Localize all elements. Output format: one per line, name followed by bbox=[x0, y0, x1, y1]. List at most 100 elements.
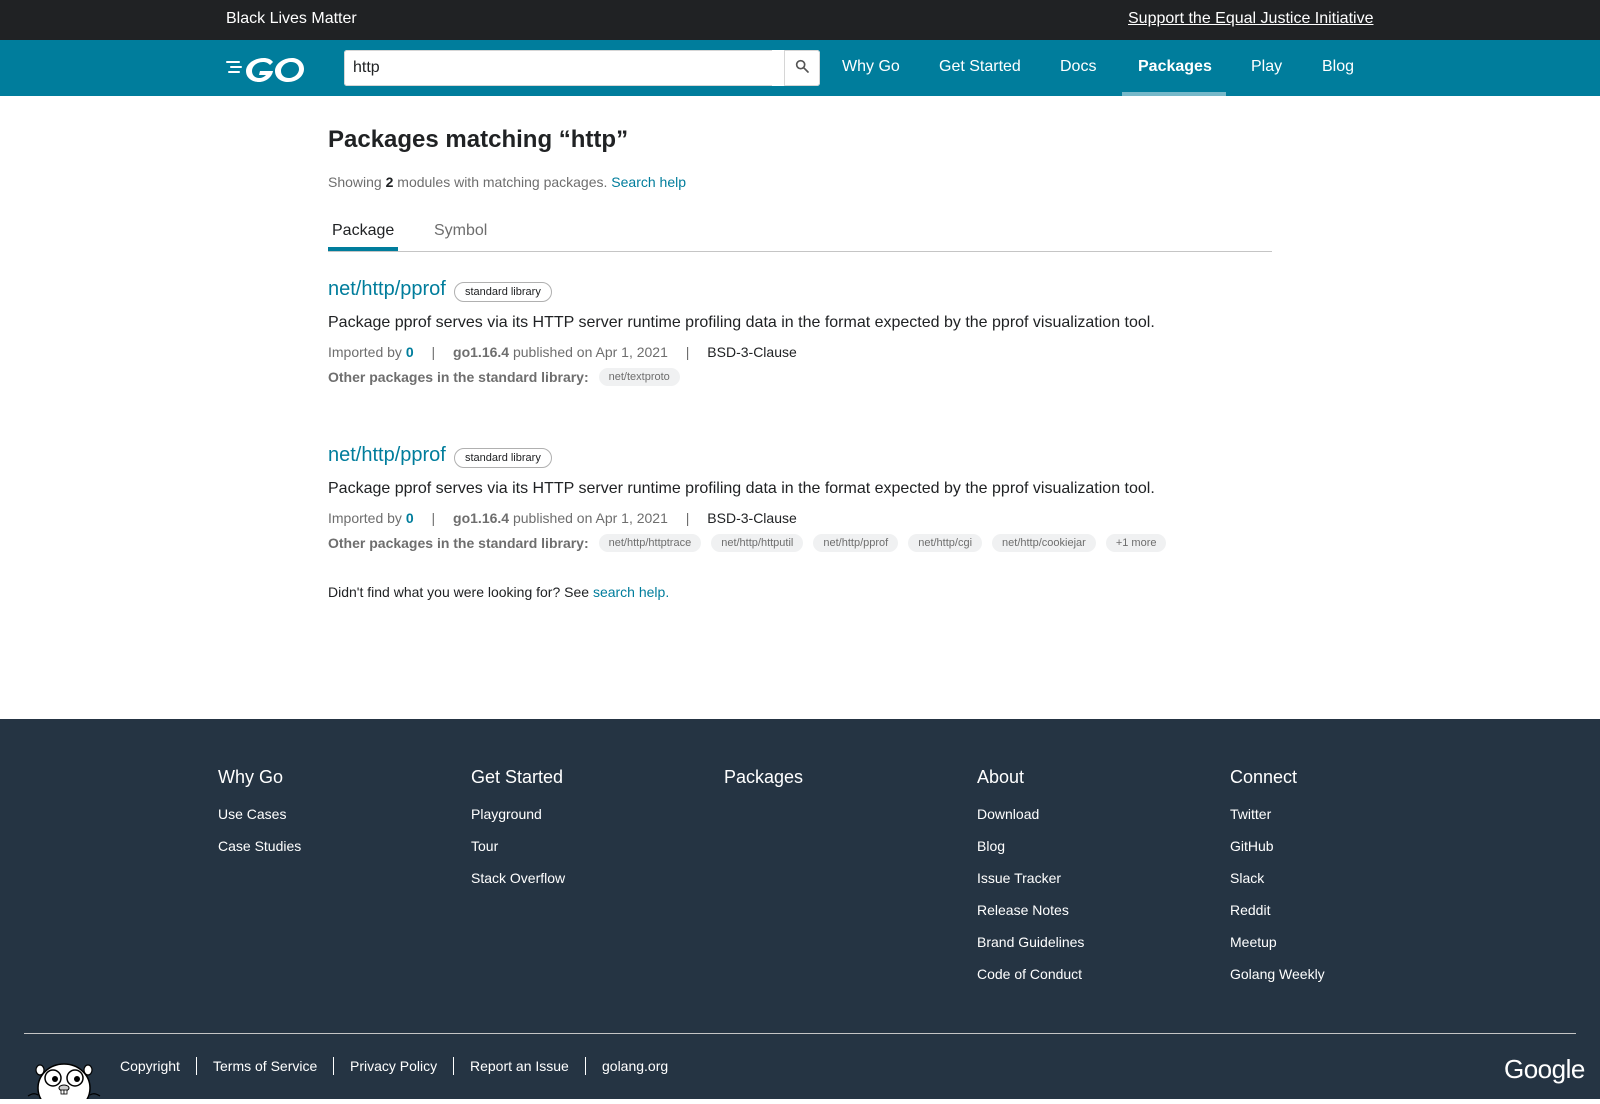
footer-link[interactable]: Stack Overflow bbox=[471, 870, 565, 888]
standard-library-badge: standard library bbox=[454, 282, 552, 302]
imported-by-count-link[interactable]: 0 bbox=[406, 344, 414, 360]
footer-link[interactable]: Case Studies bbox=[218, 838, 301, 856]
other-package-chip[interactable]: net/textproto bbox=[598, 368, 680, 386]
nav-active-indicator bbox=[1122, 92, 1226, 96]
blm-banner: Black Lives Matter Support the Equal Jus… bbox=[0, 0, 1600, 40]
not-found-hint: Didn't find what you were looking for? S… bbox=[328, 584, 669, 600]
imported-by-label: Imported by bbox=[328, 344, 402, 360]
meta-separator: | bbox=[685, 344, 690, 360]
other-packages: Other packages in the standard library: … bbox=[328, 534, 1176, 552]
footer-link[interactable]: Release Notes bbox=[977, 902, 1084, 920]
google-logo[interactable]: Google bbox=[1504, 1054, 1585, 1085]
meta-separator: | bbox=[431, 510, 436, 526]
not-found-text: Didn't find what you were looking for? S… bbox=[328, 584, 590, 600]
more-packages-chip[interactable]: +1 more bbox=[1105, 534, 1167, 552]
footer-separator bbox=[333, 1057, 334, 1075]
other-package-chip[interactable]: net/http/httputil bbox=[711, 534, 804, 552]
go-logo[interactable] bbox=[226, 52, 310, 84]
footer-heading: About bbox=[977, 767, 1025, 787]
search-help-footer-link[interactable]: search help. bbox=[593, 584, 669, 600]
footer-link[interactable]: Twitter bbox=[1230, 806, 1325, 824]
summary-count: 2 bbox=[385, 174, 394, 190]
footer-link[interactable]: Download bbox=[977, 806, 1084, 824]
footer-link[interactable]: Code of Conduct bbox=[977, 966, 1084, 984]
footer-column-why-go: Why Go Use Cases Case Studies bbox=[218, 767, 301, 870]
result-license: BSD-3-Clause bbox=[707, 344, 797, 360]
footer-heading: Connect bbox=[1230, 767, 1298, 787]
result-synopsis: Package pprof serves via its HTTP server… bbox=[328, 314, 1155, 331]
nav-packages[interactable]: Packages bbox=[1138, 58, 1212, 76]
result-title-link[interactable]: net/http/pprof bbox=[328, 444, 446, 467]
other-package-chip[interactable]: net/http/cgi bbox=[908, 534, 983, 552]
footer-link[interactable]: Blog bbox=[977, 838, 1084, 856]
site-footer: Why Go Use Cases Case Studies Get Starte… bbox=[0, 719, 1600, 1104]
result-published: published on Apr 1, 2021 bbox=[512, 510, 668, 526]
footer-link[interactable]: Reddit bbox=[1230, 902, 1325, 920]
results-summary: Showing 2 modules with matching packages… bbox=[328, 174, 686, 190]
footer-heading[interactable]: Packages bbox=[724, 767, 803, 788]
footer-heading: Why Go bbox=[218, 767, 284, 787]
search-input[interactable] bbox=[344, 50, 772, 86]
footer-separator bbox=[585, 1057, 586, 1075]
imported-by-count-link[interactable]: 0 bbox=[406, 510, 414, 526]
report-issue-link[interactable]: Report an Issue bbox=[470, 1058, 569, 1074]
footer-separator bbox=[196, 1057, 197, 1075]
footer-link[interactable]: GitHub bbox=[1230, 838, 1325, 856]
other-package-chip[interactable]: net/http/pprof bbox=[813, 534, 899, 552]
footer-link[interactable]: Brand Guidelines bbox=[977, 934, 1084, 952]
footer-link[interactable]: Slack bbox=[1230, 870, 1325, 888]
tab-package[interactable]: Package bbox=[332, 222, 394, 240]
banner-text: Black Lives Matter bbox=[226, 10, 357, 27]
standard-library-badge: standard library bbox=[454, 448, 552, 468]
footer-link[interactable]: Use Cases bbox=[218, 806, 301, 824]
nav-why-go[interactable]: Why Go bbox=[842, 58, 900, 76]
privacy-link[interactable]: Privacy Policy bbox=[350, 1058, 437, 1074]
footer-separator bbox=[453, 1057, 454, 1075]
search-help-link[interactable]: Search help bbox=[611, 174, 686, 190]
result-synopsis: Package pprof serves via its HTTP server… bbox=[328, 480, 1155, 497]
other-packages-label: Other packages in the standard library: bbox=[328, 369, 589, 385]
footer-link[interactable]: Issue Tracker bbox=[977, 870, 1084, 888]
imported-by-label: Imported by bbox=[328, 510, 402, 526]
result-title-link[interactable]: net/http/pprof bbox=[328, 278, 446, 301]
result-published: published on Apr 1, 2021 bbox=[512, 344, 668, 360]
nav-get-started[interactable]: Get Started bbox=[939, 58, 1021, 76]
meta-separator: | bbox=[685, 510, 690, 526]
search-form bbox=[344, 50, 820, 86]
footer-link[interactable]: Playground bbox=[471, 806, 565, 824]
nav-play[interactable]: Play bbox=[1251, 58, 1282, 76]
footer-column-connect: Connect Twitter GitHub Slack Reddit Meet… bbox=[1230, 767, 1325, 998]
nav-docs[interactable]: Docs bbox=[1060, 58, 1096, 76]
meta-separator: | bbox=[431, 344, 436, 360]
other-package-chip[interactable]: net/http/cookiejar bbox=[992, 534, 1096, 552]
other-packages: Other packages in the standard library: … bbox=[328, 368, 690, 386]
result-meta: Imported by 0 | go1.16.4 published on Ap… bbox=[328, 344, 797, 360]
summary-suffix: modules with matching packages. bbox=[397, 174, 608, 190]
footer-link[interactable]: Meetup bbox=[1230, 934, 1325, 952]
result-version: go1.16.4 bbox=[453, 510, 510, 526]
eji-link[interactable]: Support the Equal Justice Initiative bbox=[1128, 10, 1373, 28]
result-meta: Imported by 0 | go1.16.4 published on Ap… bbox=[328, 510, 797, 526]
search-icon bbox=[794, 58, 810, 79]
footer-link[interactable]: Golang Weekly bbox=[1230, 966, 1325, 984]
page-title: Packages matching “http” bbox=[328, 126, 629, 153]
footer-column-about: About Download Blog Issue Tracker Releas… bbox=[977, 767, 1084, 998]
result-version: go1.16.4 bbox=[453, 344, 510, 360]
copyright-link[interactable]: Copyright bbox=[120, 1058, 180, 1074]
golang-org-link[interactable]: golang.org bbox=[602, 1058, 668, 1074]
summary-prefix: Showing bbox=[328, 174, 382, 190]
other-packages-label: Other packages in the standard library: bbox=[328, 535, 589, 551]
footer-column-get-started: Get Started Playground Tour Stack Overfl… bbox=[471, 767, 565, 902]
nav-blog[interactable]: Blog bbox=[1322, 58, 1354, 76]
footer-divider bbox=[24, 1033, 1576, 1034]
tab-divider bbox=[328, 251, 1272, 252]
search-button[interactable] bbox=[784, 50, 820, 86]
footer-link[interactable]: Tour bbox=[471, 838, 565, 856]
tab-symbol[interactable]: Symbol bbox=[434, 222, 487, 240]
other-package-chip[interactable]: net/http/httptrace bbox=[598, 534, 702, 552]
terms-link[interactable]: Terms of Service bbox=[213, 1058, 317, 1074]
result-license: BSD-3-Clause bbox=[707, 510, 797, 526]
site-header: Why Go Get Started Docs Packages Play Bl… bbox=[0, 40, 1600, 96]
footer-column-packages: Packages bbox=[724, 767, 803, 806]
footer-heading: Get Started bbox=[471, 767, 564, 787]
